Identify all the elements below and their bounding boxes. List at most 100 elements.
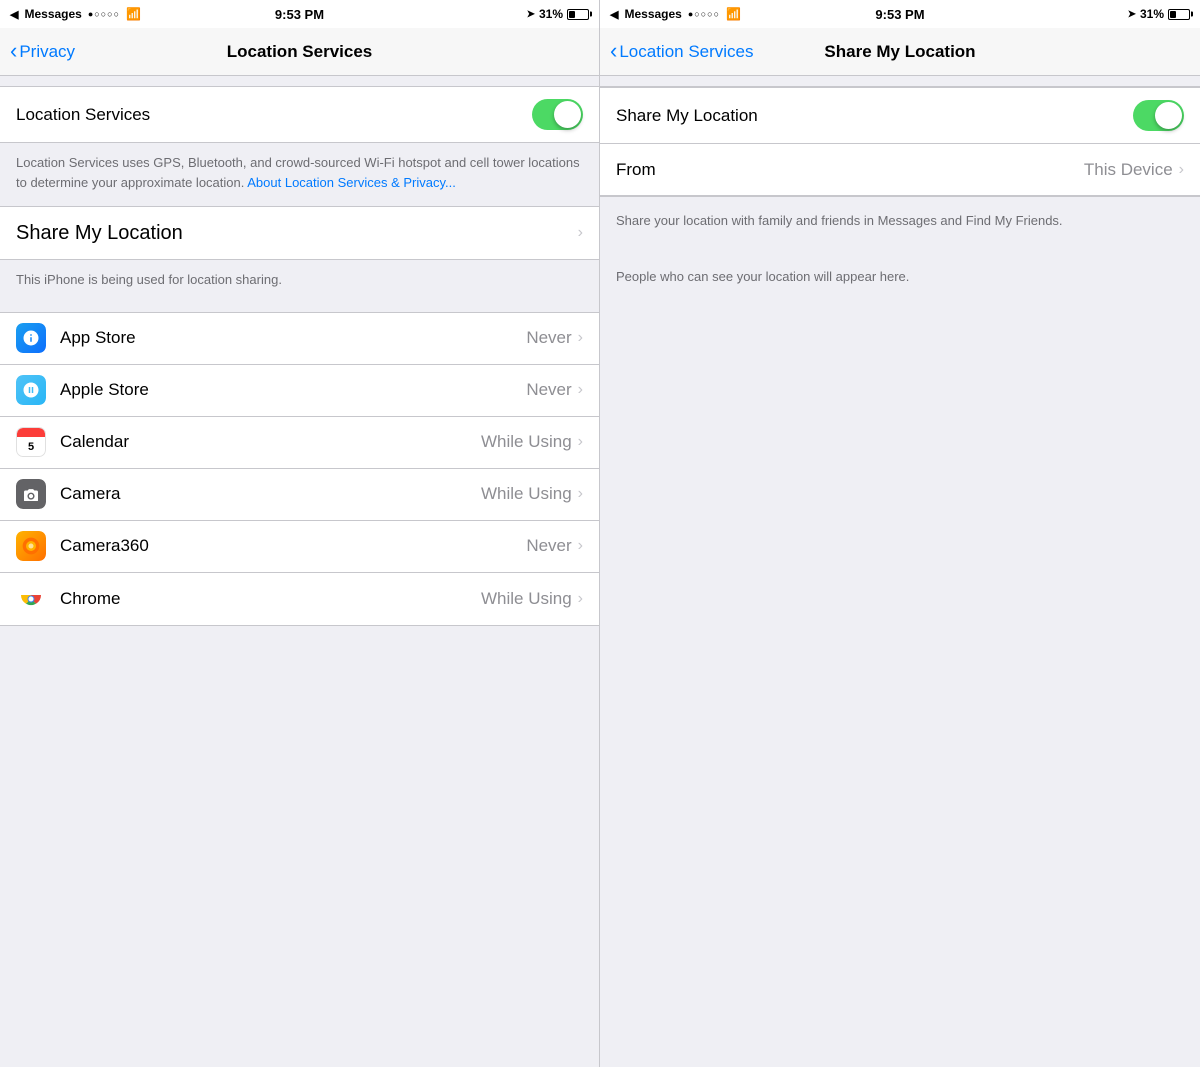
app-row-calendar[interactable]: 5 Calendar While Using › xyxy=(0,417,599,469)
camera-icon xyxy=(16,479,46,509)
right-share-location-toggle[interactable] xyxy=(1133,100,1184,131)
right-from-value: This Device xyxy=(1084,160,1173,180)
right-status-left-group: ◀ Messages ●○○○○ 📶 xyxy=(610,7,741,21)
right-share-location-toggle-knob xyxy=(1155,102,1182,129)
app-row-chrome[interactable]: Chrome While Using › xyxy=(0,573,599,625)
location-services-toggle-knob xyxy=(554,101,581,128)
right-panel: Share My Location From This Device › Sha… xyxy=(600,76,1200,1067)
location-services-row[interactable]: Location Services xyxy=(0,87,599,142)
left-battery-pct: 31% xyxy=(539,7,563,21)
left-section-gap-1 xyxy=(0,76,599,86)
app-list-section: App Store Never › Apple Store Never › xyxy=(0,312,599,626)
app-row-appstore[interactable]: App Store Never › xyxy=(0,313,599,365)
appstore-icon xyxy=(16,323,46,353)
right-section-gap-2 xyxy=(600,245,1200,253)
right-wifi-icon: 📶 xyxy=(726,7,741,21)
right-people-block: People who can see your location will ap… xyxy=(600,253,1200,301)
app-row-applestore[interactable]: Apple Store Never › xyxy=(0,365,599,417)
share-my-location-label: Share My Location xyxy=(16,222,578,245)
app-permission-camera360: Never xyxy=(526,536,571,556)
chrome-icon xyxy=(16,584,46,614)
location-services-description: Location Services uses GPS, Bluetooth, a… xyxy=(16,155,580,190)
nav-bars: ‹ Privacy Location Services ‹ Location S… xyxy=(0,28,1200,76)
right-description-block-1: Share your location with family and frie… xyxy=(600,197,1200,245)
left-battery-icon xyxy=(567,9,589,20)
left-location-icon: ➤ xyxy=(527,9,535,20)
location-services-toggle[interactable] xyxy=(532,99,583,130)
app-icon-chrome xyxy=(16,584,46,614)
right-status-right-group: ➤ 31% xyxy=(1128,7,1190,21)
app-icon-applestore xyxy=(16,375,46,405)
right-back-label: Location Services xyxy=(619,42,753,62)
right-location-icon: ➤ xyxy=(1128,9,1136,20)
location-services-label: Location Services xyxy=(16,105,532,125)
left-status-time: 9:53 PM xyxy=(275,7,324,22)
share-my-location-row[interactable]: Share My Location › xyxy=(0,207,599,259)
right-battery-pct: 31% xyxy=(1140,7,1164,21)
left-status-right-group: ➤ 31% xyxy=(527,7,589,21)
app-chevron-appstore: › xyxy=(578,329,583,347)
app-chevron-chrome: › xyxy=(578,590,583,608)
app-name-calendar: Calendar xyxy=(60,432,481,452)
right-signal: ●○○○○ xyxy=(688,9,720,19)
app-name-chrome: Chrome xyxy=(60,589,481,609)
app-permission-applestore: Never xyxy=(526,380,571,400)
app-name-appstore: App Store xyxy=(60,328,526,348)
left-nav-title: Location Services xyxy=(227,42,373,62)
app-chevron-calendar: › xyxy=(578,433,583,451)
right-share-location-label: Share My Location xyxy=(616,106,1133,126)
right-section-gap-1 xyxy=(600,76,1200,86)
left-back-chevron: ‹ xyxy=(10,40,17,62)
right-from-chevron: › xyxy=(1179,161,1184,179)
app-icon-calendar: 5 xyxy=(16,427,46,457)
app-row-camera360[interactable]: Camera360 Never › xyxy=(0,521,599,573)
right-share-location-section: Share My Location From This Device › xyxy=(600,86,1200,197)
right-back-button[interactable]: ‹ Location Services xyxy=(610,42,754,62)
calendar-body: 5 xyxy=(17,437,45,456)
app-icon-camera360 xyxy=(16,531,46,561)
right-people-text: People who can see your location will ap… xyxy=(616,269,909,284)
app-icon-appstore xyxy=(16,323,46,353)
left-back-button[interactable]: ‹ Privacy xyxy=(10,42,75,62)
share-my-location-section: Share My Location › xyxy=(0,206,599,260)
right-from-row[interactable]: From This Device › xyxy=(600,144,1200,196)
app-permission-appstore: Never xyxy=(526,328,571,348)
camera360-icon xyxy=(16,531,46,561)
share-my-location-note: This iPhone is being used for location s… xyxy=(16,272,282,287)
left-wifi-icon: 📶 xyxy=(126,7,141,21)
location-services-section: Location Services xyxy=(0,86,599,143)
left-panel: Location Services Location Services uses… xyxy=(0,76,600,1067)
app-chevron-applestore: › xyxy=(578,381,583,399)
right-status-bar: ◀ Messages ●○○○○ 📶 9:53 PM ➤ 31% xyxy=(600,0,1200,28)
right-status-time: 9:53 PM xyxy=(875,7,924,22)
app-chevron-camera: › xyxy=(578,485,583,503)
left-status-left-group: ◀ Messages ●○○○○ 📶 xyxy=(10,7,141,21)
left-status-bar: ◀ Messages ●○○○○ 📶 9:53 PM ➤ 31% xyxy=(0,0,600,28)
app-name-camera: Camera xyxy=(60,484,481,504)
app-chevron-camera360: › xyxy=(578,537,583,555)
location-services-description-block: Location Services uses GPS, Bluetooth, a… xyxy=(0,143,599,206)
calendar-header xyxy=(17,428,45,437)
app-permission-chrome: While Using xyxy=(481,589,572,609)
left-app-name: Messages xyxy=(24,7,81,21)
left-nav-bar: ‹ Privacy Location Services xyxy=(0,28,600,76)
right-app-name: Messages xyxy=(624,7,681,21)
calendar-icon: 5 xyxy=(16,427,46,457)
share-my-location-chevron: › xyxy=(578,224,583,242)
right-share-location-row[interactable]: Share My Location xyxy=(600,87,1200,144)
right-from-label: From xyxy=(616,160,1084,180)
app-permission-calendar: While Using xyxy=(481,432,572,452)
location-services-privacy-link[interactable]: About Location Services & Privacy... xyxy=(247,175,456,190)
right-battery-icon xyxy=(1168,9,1190,20)
right-description-text-1: Share your location with family and frie… xyxy=(616,213,1063,228)
app-row-camera[interactable]: Camera While Using › xyxy=(0,469,599,521)
messages-icon-left: ◀ xyxy=(10,8,18,21)
status-bar: ◀ Messages ●○○○○ 📶 9:53 PM ➤ 31% ◀ Messa… xyxy=(0,0,1200,28)
app-permission-camera: While Using xyxy=(481,484,572,504)
left-section-gap-2 xyxy=(0,304,599,312)
right-nav-bar: ‹ Location Services Share My Location xyxy=(600,28,1200,76)
main-content: Location Services Location Services uses… xyxy=(0,76,1200,1067)
app-name-applestore: Apple Store xyxy=(60,380,526,400)
share-my-location-note-block: This iPhone is being used for location s… xyxy=(0,260,599,304)
app-icon-camera xyxy=(16,479,46,509)
